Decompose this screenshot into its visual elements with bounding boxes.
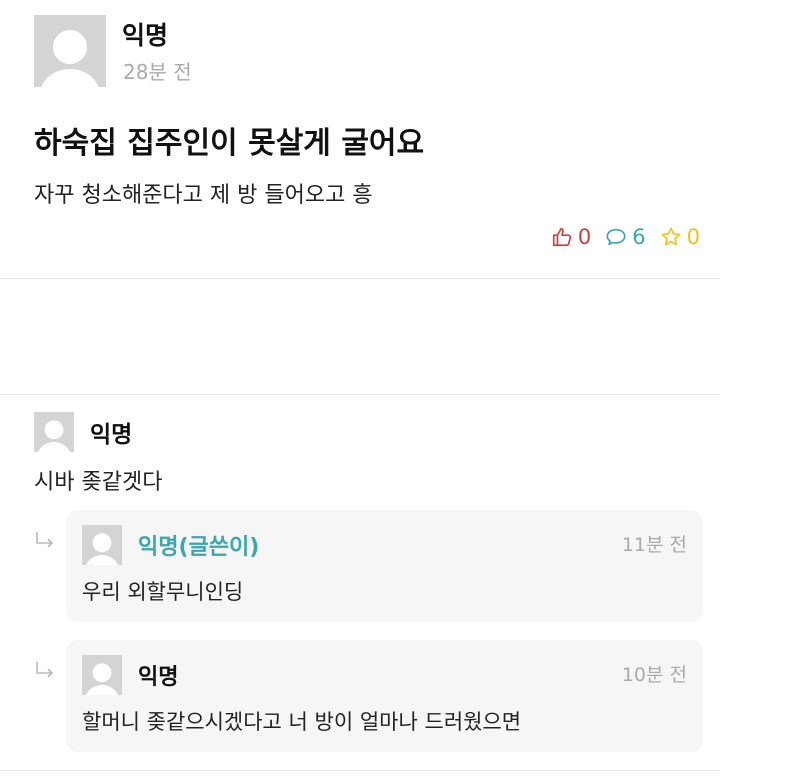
like-stat[interactable]: 0 xyxy=(551,225,591,249)
default-profile-icon xyxy=(82,655,122,695)
reply-text: 할머니 좆같으시겠다고 너 방이 얼마나 드러웠으면 xyxy=(82,710,522,734)
comments-divider xyxy=(0,394,720,395)
reply-time: 10분 전 xyxy=(621,664,687,686)
like-count: 0 xyxy=(577,225,592,249)
post-divider xyxy=(0,278,720,279)
comment-count: 6 xyxy=(632,225,646,249)
reply-arrow-icon xyxy=(36,532,54,548)
comment-text: 시바 좆같겟다 xyxy=(34,470,163,495)
reply-arrow-icon xyxy=(36,662,54,678)
post-body: 자꾸 청소해준다고 제 방 들어오고 흥 xyxy=(34,183,373,208)
default-profile-icon xyxy=(82,525,122,565)
star-icon xyxy=(661,227,681,246)
bottom-divider xyxy=(0,770,720,771)
post-stats: 0 6 0 xyxy=(500,222,700,252)
comment-author-name: 익명 xyxy=(90,422,133,448)
post-time: 28분 전 xyxy=(123,60,192,84)
comment-author-avatar xyxy=(34,412,74,452)
default-profile-icon xyxy=(34,412,74,452)
scrap-count: 0 xyxy=(686,225,700,249)
reply-time: 11분 전 xyxy=(621,534,687,556)
reply-author-avatar xyxy=(82,525,122,565)
comment-stat[interactable]: 6 xyxy=(605,225,646,249)
scrap-stat[interactable]: 0 xyxy=(660,225,700,249)
post-author-name: 익명 xyxy=(122,21,169,50)
default-profile-icon xyxy=(34,15,106,87)
reply-item: 익명 10분 전 할머니 좆같으시겠다고 너 방이 얼마나 드러웠으면 xyxy=(66,640,703,752)
reply-author-avatar xyxy=(82,655,122,695)
reply-author-name: 익명 xyxy=(138,665,179,690)
speech-bubble-icon xyxy=(606,228,626,246)
thumbs-up-icon xyxy=(552,227,572,247)
reply-item: 익명(글쓴이) 11분 전 우리 외할무니인딩 xyxy=(66,510,703,622)
post-author-avatar xyxy=(34,15,106,87)
reply-text: 우리 외할무니인딩 xyxy=(82,580,244,604)
reply-author-name: 익명(글쓴이) xyxy=(138,535,260,560)
post-title: 하숙집 집주인이 못살게 굴어요 xyxy=(34,126,425,161)
